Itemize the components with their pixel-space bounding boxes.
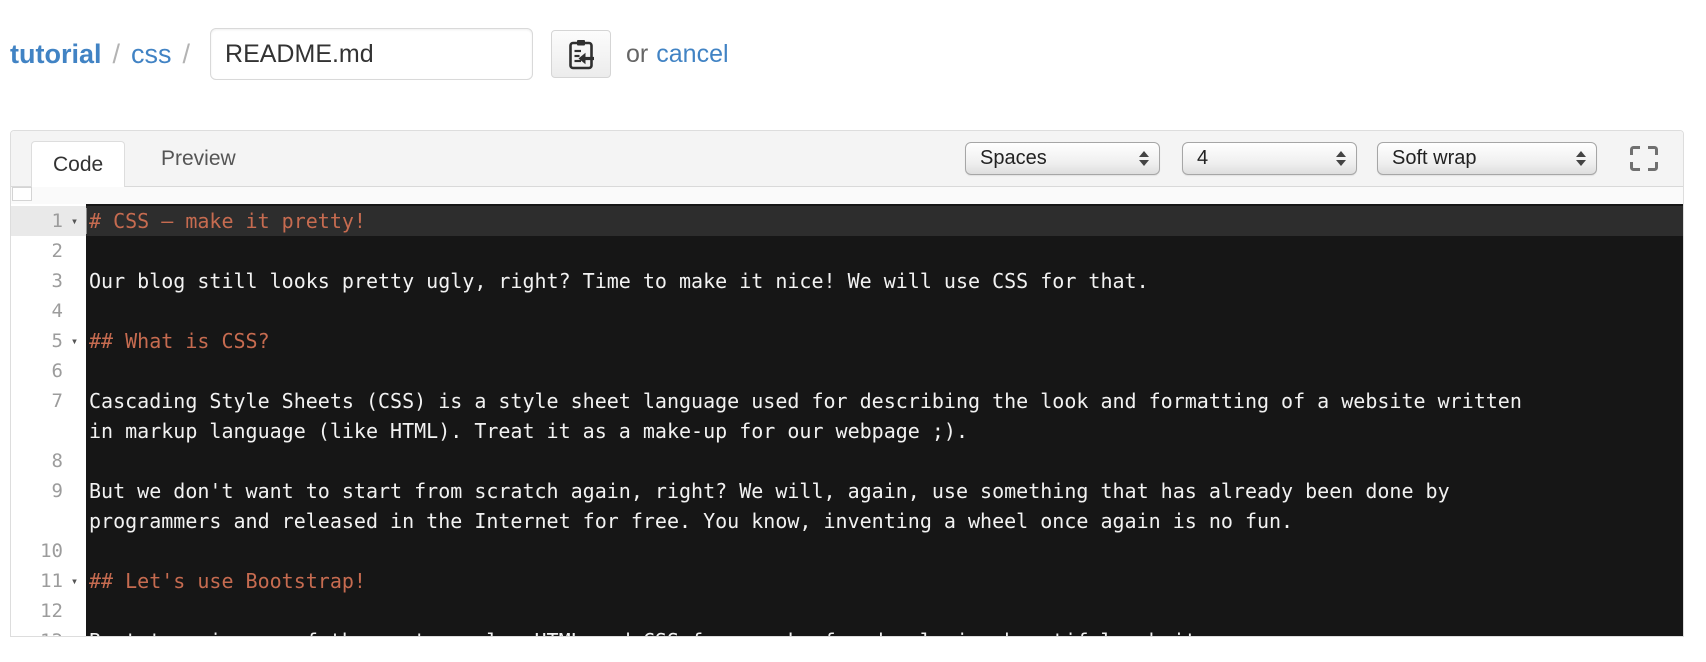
code-line: programmers and released in the Internet… [89, 506, 1683, 536]
code-text: Our blog still looks pretty ugly, right?… [89, 269, 1149, 293]
file-action-button[interactable] [551, 30, 612, 78]
clipboard-arrow-icon [568, 39, 595, 70]
fold-toggle-icon[interactable]: ▾ [63, 334, 86, 348]
code-text: # CSS – make it pretty! [89, 209, 366, 233]
wrap-mode-value: Soft wrap [1392, 147, 1477, 169]
indent-mode-select[interactable]: Spaces [965, 142, 1160, 175]
code-line: ## What is CSS? [89, 326, 1683, 356]
gutter-row: 12 [11, 596, 86, 626]
line-number: 4 [51, 300, 63, 322]
gutter-row: 13 [11, 626, 86, 636]
gutter-row: 5 ▾ [11, 326, 86, 356]
gutter-row: 4 [11, 296, 86, 326]
line-number: 13 [11, 630, 63, 636]
code-line: Cascading Style Sheets (CSS) is a style … [89, 386, 1683, 416]
fold-toggle-icon[interactable]: ▾ [63, 574, 86, 588]
gutter-row: 8 [11, 446, 86, 476]
gutter-row [11, 416, 86, 446]
stepper-arrows-icon [1336, 151, 1346, 166]
code-text: Bootstrap is one of the most popular HTM… [89, 629, 1233, 636]
line-number: 8 [51, 450, 63, 472]
editor-tab-bar: Code Preview Spaces 4 Soft wrap [11, 131, 1683, 187]
cancel-link[interactable]: cancel [656, 40, 728, 69]
tab-preview-label: Preview [161, 146, 236, 170]
line-number: 7 [51, 390, 63, 412]
stepper-arrows-icon [1139, 151, 1149, 166]
code-area[interactable]: # CSS – make it pretty! Our blog still lo… [86, 204, 1683, 636]
tab-code-label: Code [53, 152, 104, 176]
gutter-row: 11 ▾ [11, 566, 86, 596]
code-text: But we don't want to start from scratch … [89, 479, 1450, 503]
gutter-row: 7 [11, 386, 86, 416]
fold-toggle-icon[interactable]: ▾ [63, 214, 86, 228]
line-number: 10 [40, 540, 63, 562]
code-text: ## What is CSS? [89, 329, 270, 353]
code-line: in markup language (like HTML). Treat it… [89, 416, 1683, 446]
gutter-row: 9 [11, 476, 86, 506]
line-number: 12 [40, 600, 63, 622]
screen-full-icon [1629, 145, 1659, 172]
code-editor: 1▾2345▾67891011▾1213 # CSS – make it pre… [11, 204, 1683, 636]
indent-size-select[interactable]: 4 [1182, 142, 1357, 175]
breadcrumb-separator: / [182, 38, 191, 69]
indent-mode-value: Spaces [980, 147, 1047, 169]
wrap-mode-select[interactable]: Soft wrap [1377, 142, 1597, 175]
gutter-row: 2 [11, 236, 86, 266]
indent-size-value: 4 [1197, 147, 1209, 169]
gutter-row: 1 ▾ [11, 206, 86, 236]
code-line: Our blog still looks pretty ugly, right?… [89, 266, 1683, 296]
line-number: 2 [51, 240, 63, 262]
filename-input[interactable] [210, 28, 534, 80]
gutter: 1▾2345▾67891011▾1213 [11, 204, 86, 636]
stepper-arrows-icon [1576, 151, 1586, 166]
code-text: ## Let's use Bootstrap! [89, 569, 366, 593]
or-label: or [626, 39, 649, 68]
line-number: 9 [51, 480, 63, 502]
fullscreen-button[interactable] [1627, 144, 1661, 174]
code-text: Cascading Style Sheets (CSS) is a style … [89, 389, 1522, 413]
code-line: Bootstrap is one of the most popular HTM… [89, 626, 1683, 636]
file-editor-panel: Code Preview Spaces 4 Soft wrap 1 ▾ 2 3 … [10, 130, 1684, 637]
breadcrumb-repo-link[interactable]: tutorial [10, 39, 102, 70]
gutter-row: 6 [11, 356, 86, 386]
breadcrumb: tutorial / css / [10, 39, 201, 70]
code-line: # CSS – make it pretty! [86, 206, 1683, 236]
editor-top-strip [11, 187, 1683, 204]
code-text: programmers and released in the Internet… [89, 509, 1294, 533]
breadcrumb-separator: / [112, 38, 121, 69]
code-line: ## Let's use Bootstrap! [89, 566, 1683, 596]
file-path-bar: tutorial / css / or cancel [10, 26, 1706, 82]
gutter-row: 10 [11, 536, 86, 566]
text-cursor [86, 208, 87, 234]
line-number: 3 [51, 270, 63, 292]
breadcrumb-folder-link[interactable]: css [131, 39, 172, 70]
tab-preview[interactable]: Preview [151, 131, 246, 186]
line-number: 6 [51, 360, 63, 382]
tab-code[interactable]: Code [31, 141, 126, 187]
line-number: 11 [40, 570, 63, 592]
line-number: 5 [51, 330, 63, 352]
line-number: 1 [51, 210, 63, 232]
code-line: But we don't want to start from scratch … [89, 476, 1683, 506]
editor-controls: Spaces 4 Soft wrap [965, 131, 1661, 186]
code-text: in markup language (like HTML). Treat it… [89, 419, 968, 443]
gutter-row [11, 506, 86, 536]
gutter-corner [12, 187, 32, 201]
gutter-row: 3 [11, 266, 86, 296]
